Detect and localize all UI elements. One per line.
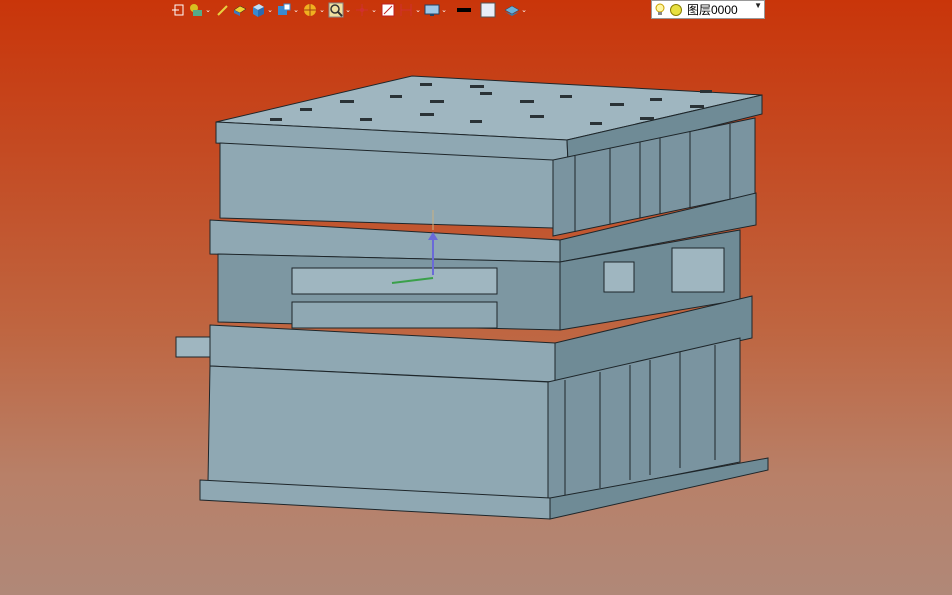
- zoom-icon: [328, 2, 344, 18]
- toolbar-button[interactable]: ⌄: [302, 1, 326, 19]
- chevron-down-icon[interactable]: ⌄: [344, 2, 352, 18]
- toolbar-button[interactable]: ⌄: [504, 1, 528, 19]
- measure-icon: [398, 2, 414, 18]
- pencil-icon: [214, 2, 230, 18]
- chevron-down-icon[interactable]: ⌄: [370, 2, 378, 18]
- chevron-down-icon[interactable]: ⌄: [292, 2, 300, 18]
- toolbar-button[interactable]: ⌄: [250, 1, 274, 19]
- side-connector: [175, 336, 211, 358]
- chevron-down-icon[interactable]: ⌄: [440, 2, 448, 18]
- chevron-down-icon[interactable]: ⌄: [204, 2, 212, 18]
- toolbar-button[interactable]: [456, 1, 472, 19]
- lower-block-front: [207, 365, 549, 501]
- snap-icon: [354, 2, 370, 18]
- fill-color-icon: [480, 2, 496, 18]
- section-icon: [302, 2, 318, 18]
- chevron-down-icon[interactable]: ⌄: [318, 2, 326, 18]
- toolbar-button[interactable]: [480, 1, 496, 19]
- chevron-down-icon[interactable]: ⌄: [414, 2, 422, 18]
- toolbar-button[interactable]: ⌄: [424, 1, 448, 19]
- toolbar-button[interactable]: [380, 1, 396, 19]
- toolbar-button[interactable]: ⌄: [354, 1, 378, 19]
- toolbar-button[interactable]: ⌄: [398, 1, 422, 19]
- spring-right: [671, 247, 725, 293]
- assembly-icon: [188, 2, 204, 18]
- layer-select-value: 图层0000: [687, 3, 738, 17]
- core-insert: [291, 267, 498, 295]
- view-cube-icon: [276, 2, 292, 18]
- toolbar-button[interactable]: [170, 1, 186, 19]
- toolbar-button[interactable]: ⌄: [188, 1, 212, 19]
- exit-sketch-icon: [170, 2, 186, 18]
- chevron-down-icon[interactable]: ⌄: [520, 2, 528, 18]
- view-toolbar: ⌄ ⌄ ⌄ ⌄ ⌄ ⌄ ⌄ ⌄ ⌄: [170, 0, 528, 20]
- core-insert-lower: [291, 301, 498, 329]
- solid-box-icon: [250, 2, 266, 18]
- chevron-down-icon[interactable]: ⌄: [266, 2, 274, 18]
- chevron-down-icon[interactable]: ▼: [754, 1, 762, 10]
- display-icon: [424, 2, 440, 18]
- extrude-icon: [232, 2, 248, 18]
- mold-assembly-model[interactable]: [175, 75, 769, 520]
- layer-select[interactable]: 图层0000 ▼: [651, 0, 765, 19]
- spring-left: [603, 261, 635, 293]
- toolbar-button[interactable]: ⌄: [328, 1, 352, 19]
- layer-color-icon[interactable]: [668, 2, 684, 18]
- lightbulb-icon[interactable]: [652, 2, 668, 18]
- layer-icon: [504, 2, 520, 18]
- frame-icon: [380, 2, 396, 18]
- toolbar-button[interactable]: [214, 1, 230, 19]
- toolbar-button[interactable]: ⌄: [276, 1, 300, 19]
- 3d-viewport[interactable]: [0, 0, 952, 595]
- toolbar-button[interactable]: [232, 1, 248, 19]
- line-color-icon: [456, 2, 472, 18]
